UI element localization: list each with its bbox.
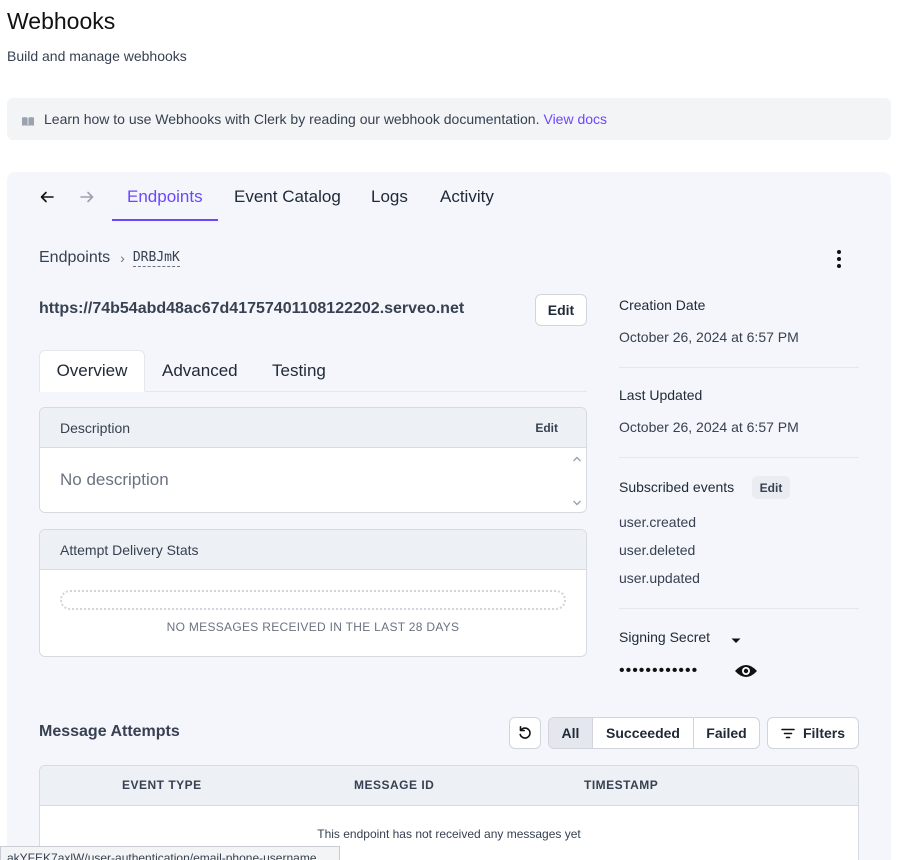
more-options-icon[interactable] bbox=[828, 248, 850, 270]
stats-bar-placeholder bbox=[60, 590, 566, 610]
edit-url-button[interactable]: Edit bbox=[535, 294, 587, 326]
divider bbox=[619, 367, 859, 368]
attempt-status-filter: All Succeeded Failed bbox=[548, 717, 760, 749]
divider bbox=[619, 457, 859, 458]
creation-date-label: Creation Date bbox=[619, 297, 706, 313]
event-item: user.created bbox=[619, 514, 697, 530]
subscribed-events-label: Subscribed events bbox=[619, 479, 735, 495]
table-header: EVENT TYPE MESSAGE ID TIMESTAMP bbox=[40, 766, 858, 806]
eye-icon[interactable] bbox=[734, 662, 758, 685]
filters-button[interactable]: Filters bbox=[767, 717, 859, 749]
creation-date-value: October 26, 2024 at 6:57 PM bbox=[619, 329, 799, 345]
filter-lines-icon bbox=[781, 728, 795, 739]
caret-down-icon[interactable] bbox=[730, 632, 742, 650]
description-text: No description bbox=[60, 470, 169, 489]
delivery-stats-title: Attempt Delivery Stats bbox=[60, 541, 199, 558]
delivery-stats-header: Attempt Delivery Stats bbox=[40, 530, 586, 570]
signing-secret-value: •••••••••••• bbox=[619, 662, 699, 679]
description-card-header: Description Edit bbox=[40, 408, 586, 448]
tab-event-catalog[interactable]: Event Catalog bbox=[234, 187, 341, 207]
endpoint-sub-tabs: Overview Advanced Testing bbox=[39, 350, 587, 392]
tab-overview[interactable]: Overview bbox=[39, 350, 145, 392]
scroll-up-icon[interactable] bbox=[572, 450, 582, 468]
delivery-stats-card: Attempt Delivery Stats NO MESSAGES RECEI… bbox=[39, 529, 587, 657]
filters-label: Filters bbox=[802, 725, 845, 741]
divider bbox=[619, 608, 859, 609]
endpoint-id[interactable]: DRBJmK bbox=[132, 250, 180, 267]
tab-logs[interactable]: Logs bbox=[371, 187, 408, 207]
event-item: user.updated bbox=[619, 570, 700, 586]
edit-events-button[interactable]: Edit bbox=[752, 476, 790, 499]
column-timestamp: TIMESTAMP bbox=[584, 778, 659, 792]
scroll-down-icon[interactable] bbox=[572, 494, 582, 512]
signing-secret-label: Signing Secret bbox=[619, 629, 711, 645]
edit-description-button[interactable]: Edit bbox=[535, 421, 558, 435]
arrow-left-icon[interactable] bbox=[36, 186, 58, 208]
active-tab-indicator bbox=[112, 219, 218, 221]
message-attempts-title: Message Attempts bbox=[39, 723, 180, 740]
book-icon bbox=[21, 114, 35, 126]
filter-succeeded[interactable]: Succeeded bbox=[593, 718, 694, 748]
empty-table-text: This endpoint has not received any messa… bbox=[317, 827, 581, 841]
chevron-right-icon: › bbox=[120, 250, 125, 266]
description-card: Description Edit No description bbox=[39, 407, 587, 513]
view-docs-link[interactable]: View docs bbox=[543, 111, 607, 127]
arrow-right-icon[interactable] bbox=[76, 186, 98, 208]
last-updated-label: Last Updated bbox=[619, 387, 703, 403]
tab-advanced[interactable]: Advanced bbox=[162, 350, 238, 392]
banner-text: Learn how to use Webhooks with Clerk by … bbox=[44, 111, 540, 127]
webhooks-panel bbox=[7, 172, 891, 860]
breadcrumb: Endpoints › DRBJmK bbox=[39, 249, 180, 267]
breadcrumb-endpoints[interactable]: Endpoints bbox=[39, 249, 110, 267]
column-event-type: EVENT TYPE bbox=[122, 778, 202, 792]
event-item: user.deleted bbox=[619, 542, 696, 558]
no-messages-text: NO MESSAGES RECEIVED IN THE LAST 28 DAYS bbox=[166, 620, 460, 634]
description-title: Description bbox=[60, 419, 131, 436]
docs-banner: Learn how to use Webhooks with Clerk by … bbox=[7, 98, 891, 140]
refresh-icon[interactable] bbox=[509, 717, 541, 749]
link-status-bar: akYFEK7axlW/user-authentication/email-ph… bbox=[0, 846, 340, 860]
filter-failed[interactable]: Failed bbox=[694, 718, 759, 748]
tab-activity[interactable]: Activity bbox=[440, 187, 494, 207]
page-subtitle: Build and manage webhooks bbox=[7, 48, 187, 64]
page-title: Webhooks bbox=[7, 8, 116, 34]
tab-testing[interactable]: Testing bbox=[272, 350, 326, 392]
endpoint-url: https://74b54abd48ac67d41757401108122202… bbox=[39, 300, 465, 317]
tab-endpoints[interactable]: Endpoints bbox=[127, 187, 203, 207]
last-updated-value: October 26, 2024 at 6:57 PM bbox=[619, 419, 799, 435]
column-message-id: MESSAGE ID bbox=[354, 778, 435, 792]
filter-all[interactable]: All bbox=[549, 718, 593, 748]
